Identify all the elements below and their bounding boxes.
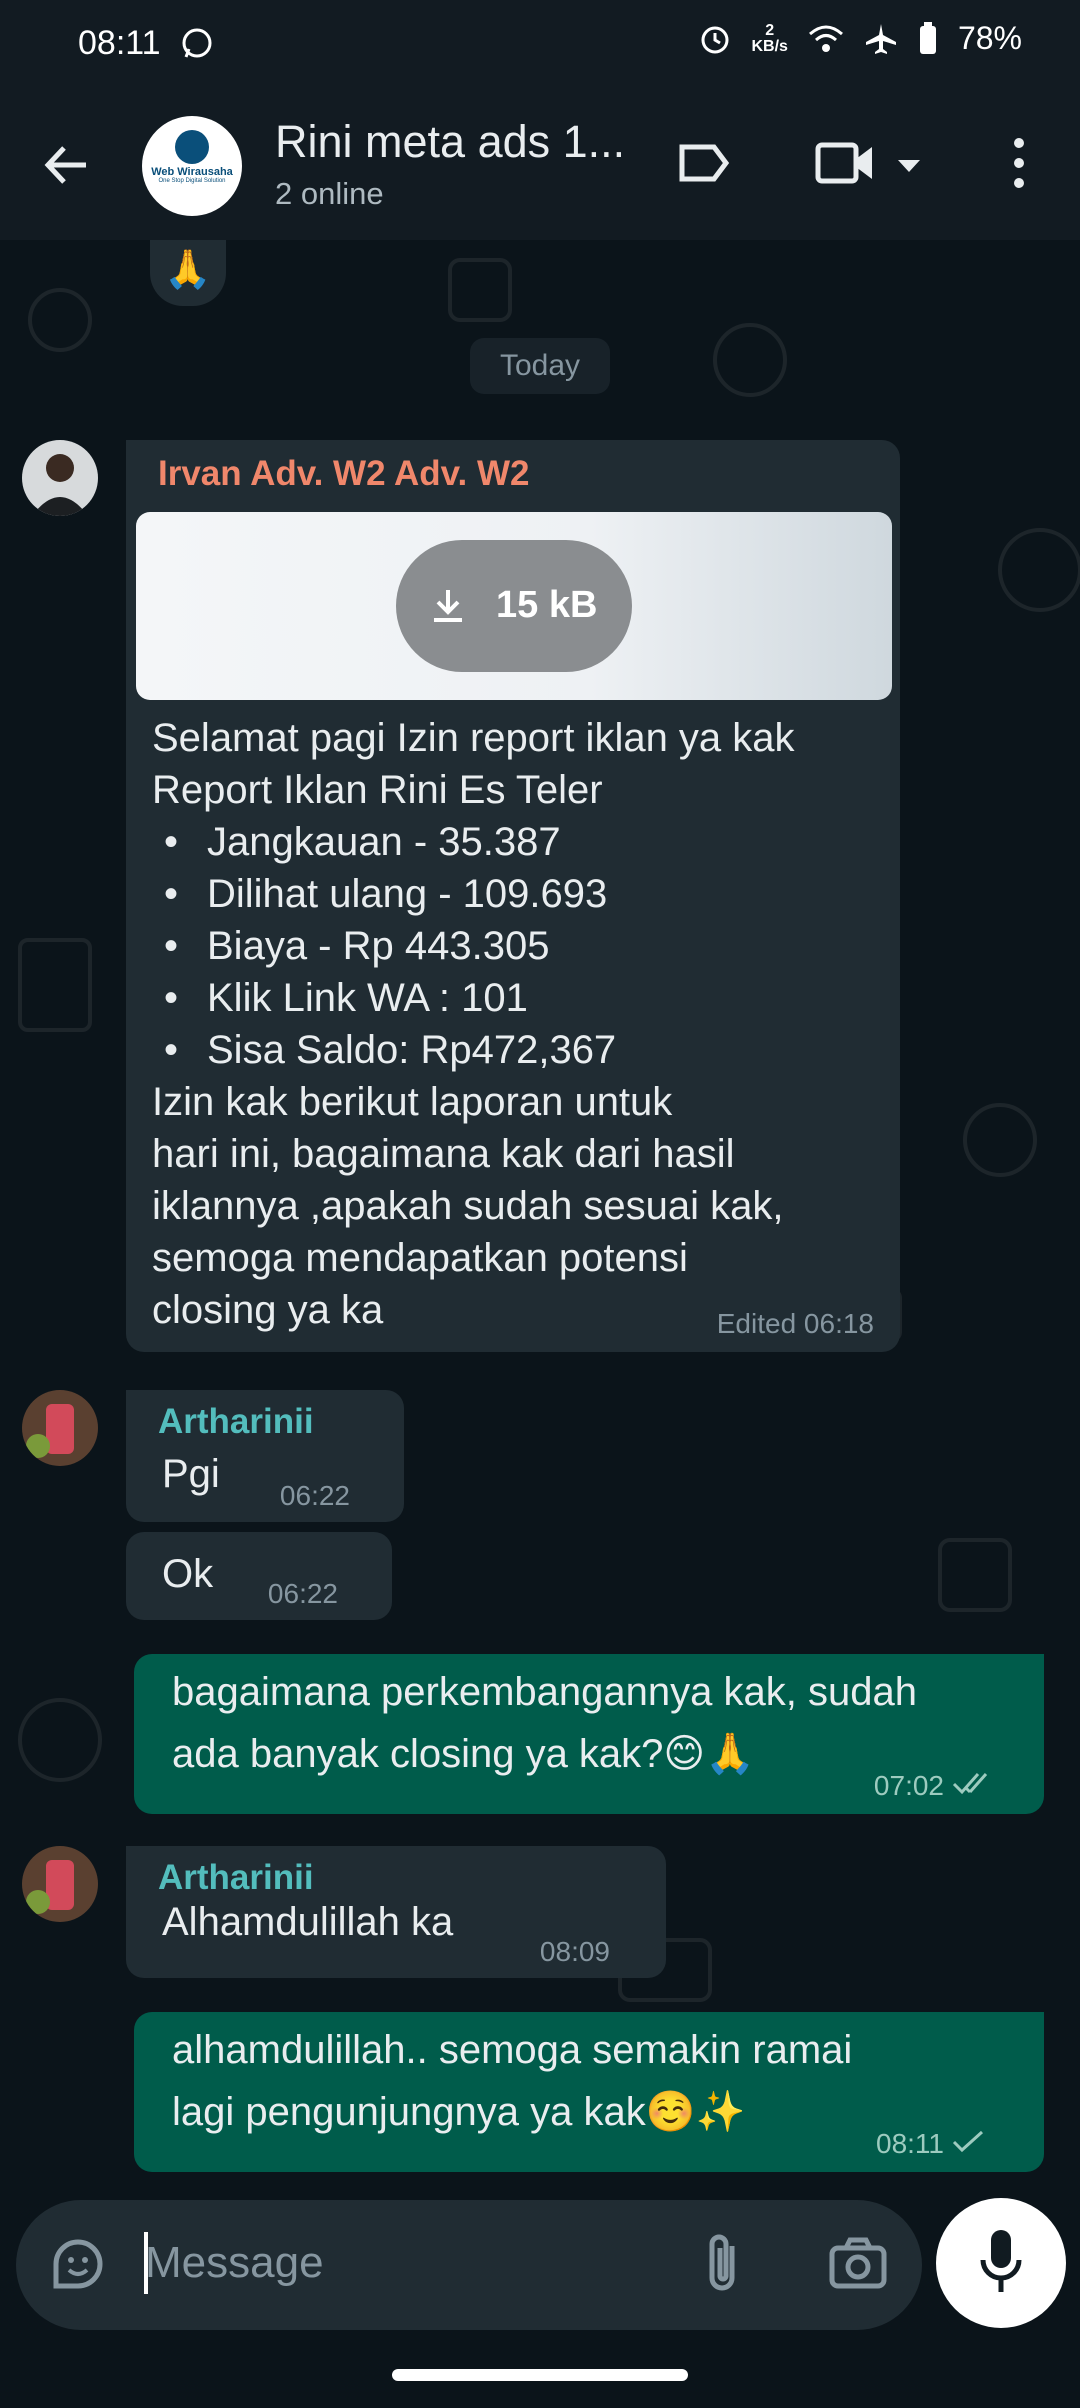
sender-name: Irvan Adv. W2 Adv. W2: [158, 454, 530, 493]
message-bubble[interactable]: Artharinii Pgi 06:22: [126, 1390, 404, 1522]
voice-record-button[interactable]: [936, 2198, 1066, 2328]
message-line: iklannya ,apakah sudah sesuai kak,: [152, 1184, 784, 1228]
status-icons: 2 KB/s 78%: [698, 20, 1022, 57]
message-text: alhamdulillah.. semoga semakin ramai lag…: [172, 2024, 1032, 2138]
message-time: 06:22: [279, 1480, 350, 1511]
avatar-tagline: One Stop Digital Solution: [158, 178, 226, 184]
message-text: Alhamdulillah ka: [162, 1900, 454, 1944]
message-time: 07:02: [873, 1770, 944, 1801]
bullet-item: Klik Link WA : 101: [152, 972, 882, 1024]
sticker-icon[interactable]: [48, 2234, 108, 2294]
message-text: Selamat pagi Izin report iklan ya kak Re…: [152, 712, 882, 1336]
online-status: 2 online: [275, 176, 384, 211]
group-name[interactable]: Rini meta ads 1...: [275, 116, 645, 168]
single-check-sent-icon: [952, 2130, 984, 2153]
person-avatar-icon: [32, 454, 88, 516]
message-bubble[interactable]: Ok 06:22: [126, 1532, 392, 1620]
double-check-read-icon: [952, 1773, 988, 1795]
whatsapp-notification-icon: [182, 28, 212, 58]
message-meta: Edited 06:18: [716, 1308, 874, 1339]
download-button[interactable]: 15 kB: [396, 540, 632, 672]
group-avatar[interactable]: Web Wirausaha One Stop Digital Solution: [142, 116, 242, 216]
bullet-item: Dilihat ulang - 109.693: [152, 868, 882, 920]
bullet-item: Jangkauan - 35.387: [152, 816, 882, 868]
video-call-icon[interactable]: [814, 135, 876, 191]
message-line: Izin kak berikut laporan untuk: [152, 1080, 673, 1124]
status-time: 08:11: [78, 24, 161, 62]
date-divider: Today: [470, 338, 610, 394]
home-gesture-handle[interactable]: [392, 2369, 688, 2381]
status-bar: 08:11 2 KB/s 78%: [0, 0, 1080, 90]
message-text: bagaimana perkembangannya kak, sudah ada…: [172, 1666, 1032, 1780]
more-options-icon[interactable]: [1004, 135, 1034, 191]
message-time: 06:22: [267, 1578, 338, 1609]
message-placeholder: Message: [145, 2238, 324, 2287]
sender-name: Artharinii: [158, 1402, 314, 1441]
chevron-down-icon[interactable]: [896, 158, 922, 174]
message-text: Pgi: [162, 1452, 220, 1496]
avatar[interactable]: [22, 440, 98, 516]
avatar[interactable]: [22, 1846, 98, 1922]
download-icon: [434, 590, 462, 622]
microphone-icon: [980, 2230, 1022, 2292]
message-bubble[interactable]: Artharinii Alhamdulillah ka 08:09: [126, 1846, 666, 1978]
previous-message-reaction[interactable]: 🙏: [150, 240, 226, 306]
label-icon[interactable]: [676, 135, 732, 191]
avatar[interactable]: [22, 1390, 98, 1466]
message-line: semoga mendapatkan potensi: [152, 1236, 688, 1280]
drink-avatar-icon: [26, 1860, 74, 1914]
message-line: bagaimana perkembangannya kak, sudah: [172, 1670, 917, 1714]
battery-percent: 78%: [957, 20, 1022, 56]
chat-area[interactable]: 🙏 Today Irvan Adv. W2 Adv. W2 15 kB Sela…: [0, 240, 1080, 2200]
logo-mark: [175, 130, 209, 164]
alarm-icon: [701, 26, 728, 53]
message-line: alhamdulillah.. semoga semakin ramai: [172, 2028, 853, 2072]
wifi-icon: [808, 25, 843, 52]
document-attachment[interactable]: 15 kB: [136, 512, 892, 700]
chat-header: Web Wirausaha One Stop Digital Solution …: [0, 90, 1080, 240]
message-line: Report Iklan Rini Es Teler: [152, 768, 603, 812]
battery-icon: [919, 21, 936, 54]
message-bubble-outgoing[interactable]: bagaimana perkembangannya kak, sudah ada…: [134, 1654, 1044, 1814]
message-line: hari ini, bagaimana kak dari hasil: [152, 1132, 735, 1176]
back-arrow-icon[interactable]: [40, 138, 94, 192]
message-line: Selamat pagi Izin report iklan ya kak: [152, 716, 795, 760]
file-size: 15 kB: [496, 584, 598, 626]
drink-avatar-icon: [26, 1404, 74, 1458]
sender-name: Artharinii: [158, 1858, 314, 1897]
message-text: Ok: [162, 1552, 214, 1596]
avatar-brand-text: Web Wirausaha: [151, 166, 233, 178]
message-time: 08:09: [539, 1936, 610, 1967]
reaction-emoji: 🙏: [164, 249, 212, 291]
message-bubble-outgoing[interactable]: alhamdulillah.. semoga semakin ramai lag…: [134, 2012, 1044, 2172]
camera-icon[interactable]: [828, 2236, 888, 2290]
network-speed: 2 KB/s: [751, 21, 788, 55]
bullet-item: Sisa Saldo: Rp472,367: [152, 1024, 882, 1076]
attach-icon[interactable]: [702, 2232, 746, 2296]
message-bubble[interactable]: Irvan Adv. W2 Adv. W2 15 kB Selamat pagi…: [126, 440, 900, 1352]
message-time: 08:11: [876, 2128, 944, 2159]
airplane-icon: [865, 23, 896, 54]
bullet-item: Biaya - Rp 443.305: [152, 920, 882, 972]
